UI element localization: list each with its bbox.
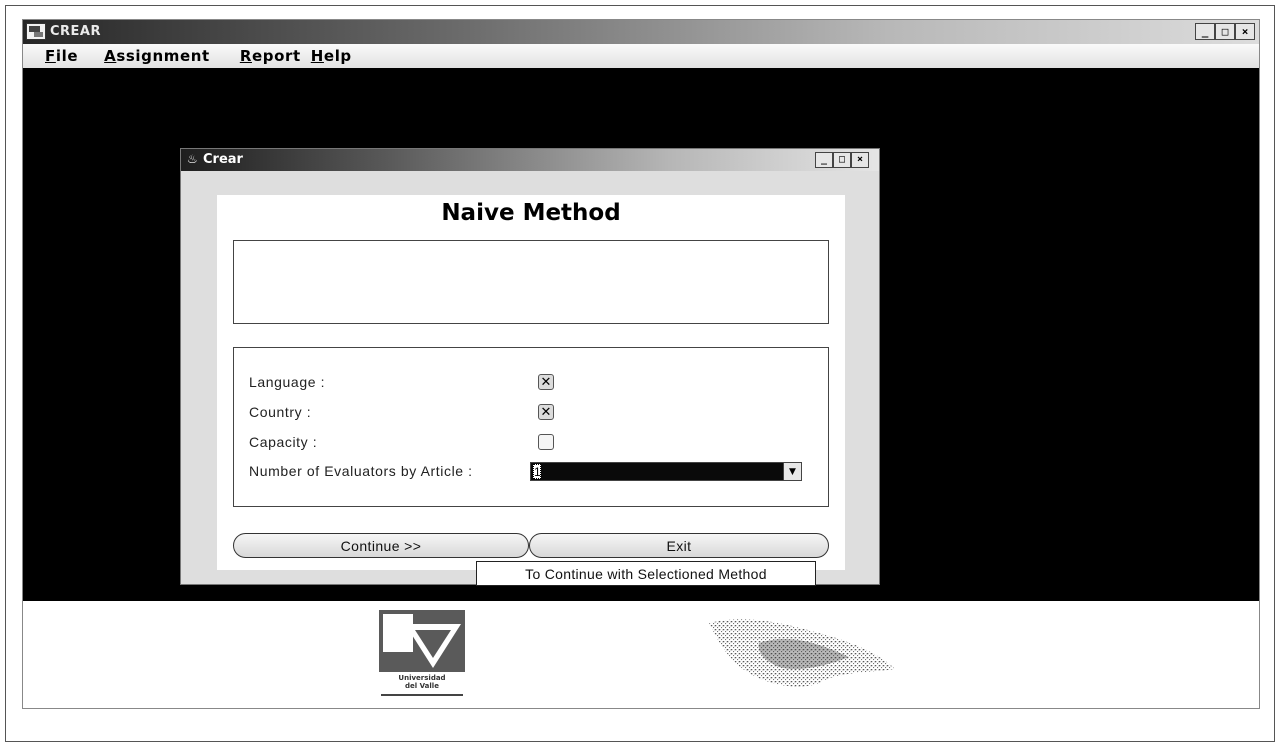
app-titlebar[interactable]: CREAR _ □ × <box>23 20 1259 44</box>
dialog-minimize-button[interactable]: _ <box>815 152 833 168</box>
desktop-area: ♨ Crear _ □ × Naive Method Language : ✕ … <box>23 68 1259 601</box>
menu-report-label: eport <box>251 47 301 65</box>
app-window-controls: _ □ × <box>1195 23 1255 40</box>
app-window: CREAR _ □ × File Assignment Report Help … <box>22 19 1260 709</box>
chevron-down-icon[interactable]: ▼ <box>783 463 801 480</box>
crear-dialog: ♨ Crear _ □ × Naive Method Language : ✕ … <box>180 148 880 586</box>
logo-text-line1: Universidad <box>398 674 446 682</box>
dialog-close-button[interactable]: × <box>851 152 869 168</box>
dialog-window-controls: _ □ × <box>815 152 869 168</box>
menu-assignment-mnemonic: A <box>104 47 117 65</box>
language-checkbox[interactable]: ✕ <box>538 374 554 390</box>
menu-file-mnemonic: F <box>45 47 56 65</box>
country-label: Country : <box>249 404 312 420</box>
minimize-button[interactable]: _ <box>1195 23 1215 40</box>
continue-button[interactable]: Continue >> <box>233 533 529 558</box>
language-label: Language : <box>249 374 326 390</box>
dialog-titlebar[interactable]: ♨ Crear _ □ × <box>181 149 879 171</box>
country-checkbox[interactable]: ✕ <box>538 404 554 420</box>
menu-help[interactable]: Help <box>311 47 352 65</box>
capacity-label: Capacity : <box>249 434 318 450</box>
menu-report[interactable]: Report <box>240 47 301 65</box>
logo-underline <box>381 694 463 696</box>
logo-emblem-icon <box>379 610 465 672</box>
menu-help-mnemonic: H <box>310 47 324 65</box>
menu-assignment-label: ssignment <box>116 47 210 65</box>
universidad-del-valle-logo: Universidad del Valle <box>379 610 465 698</box>
x-mark-icon: ✕ <box>540 404 552 420</box>
java-cup-icon[interactable]: ♨ <box>187 152 201 168</box>
method-description-box <box>233 240 829 324</box>
exit-button[interactable]: Exit <box>529 533 829 558</box>
options-box: Language : ✕ Country : ✕ Capacity : Numb… <box>233 347 829 507</box>
evaluators-label: Number of Evaluators by Article : <box>249 463 473 479</box>
dialog-maximize-button[interactable]: □ <box>833 152 851 168</box>
close-button[interactable]: × <box>1235 23 1255 40</box>
maximize-button[interactable]: □ <box>1215 23 1235 40</box>
speckle-graphic-icon <box>709 619 895 687</box>
menu-assignment[interactable]: Assignment <box>104 47 210 65</box>
x-mark-icon: ✕ <box>540 374 552 390</box>
menu-file-label: ile <box>55 47 79 65</box>
footer-area: Universidad del Valle <box>23 601 1259 708</box>
method-title: Naive Method <box>441 200 621 226</box>
continue-tooltip: To Continue with Selectioned Method <box>476 561 816 586</box>
logo-text-line2: del Valle <box>405 682 439 690</box>
application-icon[interactable] <box>26 23 46 40</box>
capacity-checkbox[interactable] <box>538 434 554 450</box>
menu-help-label: elp <box>323 47 352 65</box>
evaluators-select-value: 1 <box>533 464 541 479</box>
menu-file[interactable]: File <box>45 47 78 65</box>
method-panel: Naive Method Language : ✕ Country : ✕ Ca… <box>217 195 845 586</box>
menubar: File Assignment Report Help <box>23 44 1259 68</box>
app-title: CREAR <box>50 24 102 39</box>
menu-report-mnemonic: R <box>239 47 252 65</box>
dialog-title: Crear <box>203 152 243 167</box>
evaluators-select[interactable]: 1 ▼ <box>530 462 802 481</box>
